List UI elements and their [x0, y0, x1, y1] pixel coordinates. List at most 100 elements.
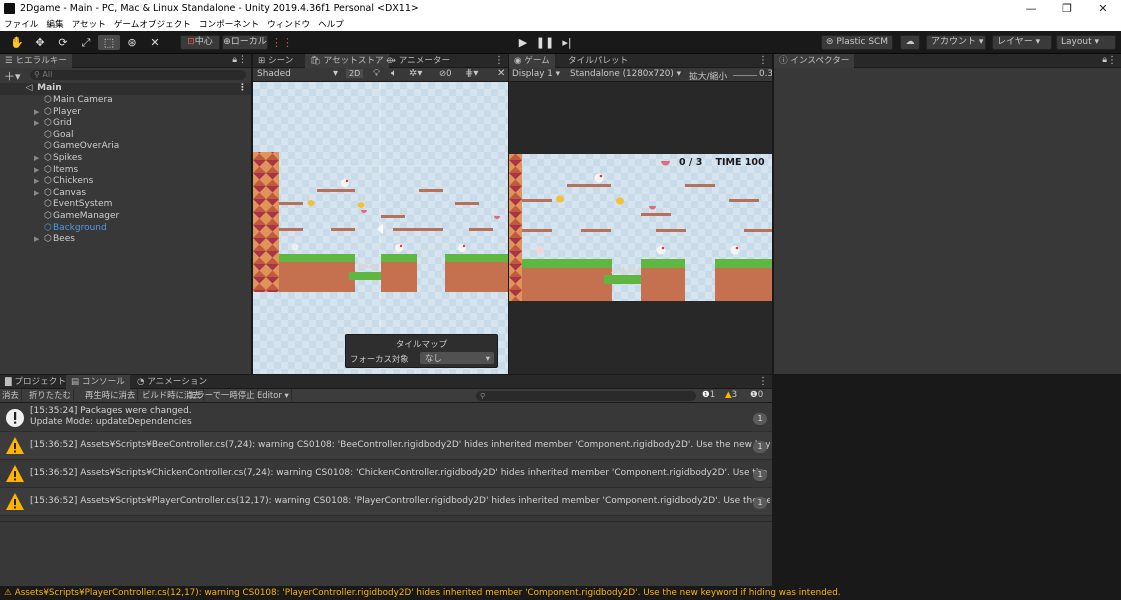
pause-button[interactable]: ❚❚ — [534, 35, 556, 50]
hierarchy-item[interactable]: ▶ ⬡Chickens — [0, 176, 251, 188]
2d-toggle[interactable]: 2D — [346, 69, 364, 78]
menu-gameobject[interactable]: ゲームオブジェクト — [114, 18, 191, 30]
rect-tool-icon[interactable]: ⬚ — [98, 35, 120, 50]
editor-dropdown[interactable]: Editor ▾ — [255, 389, 292, 401]
layers-dropdown[interactable]: レイヤー ▾ — [992, 35, 1052, 50]
expand-arrow-icon[interactable]: ▶ — [34, 118, 43, 130]
console-entry[interactable]: [15:36:52] Assets¥Scripts¥PlayerControll… — [0, 488, 772, 516]
display-dropdown[interactable]: Display 1 ▾ — [512, 69, 560, 79]
expand-arrow-icon[interactable]: ▶ — [34, 165, 43, 177]
hierarchy-item[interactable]: ▶ ⬡Player — [0, 107, 251, 119]
step-button[interactable]: ▸| — [556, 35, 578, 50]
hierarchy-panel: ☰ ヒエラルキー 🔒︎ ⋮ ＋▾ ⚲ All ◁ Main ⋮ ⬡Main Ca… — [0, 54, 251, 374]
expand-arrow-icon[interactable]: ▶ — [34, 176, 43, 188]
error-pause-button[interactable]: エラーで一時停止 — [186, 389, 258, 401]
hierarchy-item[interactable]: ⬡Main Camera — [0, 95, 251, 107]
hidden-objects-toggle[interactable]: ⊘0 — [439, 69, 452, 79]
console-panel: ▇ プロジェクト ▤ コンソール ◔ アニメーション ⋮ 消去 折りたたむ 再生… — [0, 375, 772, 586]
tab-animator[interactable]: ⟴ アニメーター — [381, 54, 455, 68]
scene-viewport[interactable]: タイルマップ フォーカス対象 なし ▾ — [253, 82, 508, 374]
shading-dropdown[interactable]: Shaded — [257, 69, 291, 79]
console-entry[interactable]: [15:36:52] Assets¥Scripts¥ChickenControl… — [0, 460, 772, 488]
hierarchy-item[interactable]: ▶ ⬡Grid — [0, 118, 251, 130]
menu-file[interactable]: ファイル — [4, 18, 38, 30]
tab-tile-palette[interactable]: タイルパレット — [563, 54, 633, 68]
hierarchy-item[interactable]: ▶ ⬡Spikes — [0, 153, 251, 165]
status-bar[interactable]: ⚠ Assets¥Scripts¥PlayerController.cs(12,… — [0, 586, 1121, 600]
clear-button[interactable]: 消去 — [0, 389, 22, 401]
close-button[interactable]: ✕ — [1085, 0, 1121, 17]
console-entry[interactable]: [15:36:52] Assets¥Scripts¥BeeController.… — [0, 432, 772, 460]
menu-window[interactable]: ウィンドウ — [267, 18, 310, 30]
warn-count-toggle[interactable]: ▲3 — [725, 390, 737, 400]
focus-dropdown[interactable]: なし ▾ — [420, 352, 494, 364]
info-count-toggle[interactable]: ❶1 — [702, 390, 715, 400]
tab-game[interactable]: ◉ ゲーム — [509, 54, 555, 68]
hierarchy-item[interactable]: ▶ ⬡Items — [0, 165, 251, 177]
kebab-menu-icon[interactable]: ⋮ — [494, 55, 504, 66]
console-entry[interactable]: [15:35:24] Packages were changed. Update … — [0, 404, 772, 432]
collapse-button[interactable]: 折りたたむ — [27, 389, 74, 401]
hierarchy-item[interactable]: ⬡GameOverAria — [0, 141, 251, 153]
hierarchy-item[interactable]: ⬡Goal — [0, 130, 251, 142]
hierarchy-item[interactable]: ⬡EventSystem — [0, 199, 251, 211]
kebab-menu-icon[interactable]: ⋮ — [238, 83, 247, 95]
plastic-scm-button[interactable]: ⊜ Plastic SCM — [821, 35, 893, 50]
layout-dropdown[interactable]: Layout ▾ — [1056, 35, 1116, 50]
kebab-menu-icon[interactable]: ⋮ — [1107, 55, 1117, 66]
expand-arrow-icon[interactable]: ▶ — [34, 153, 43, 165]
menu-edit[interactable]: 編集 — [46, 18, 63, 30]
account-dropdown[interactable]: アカウント ▾ — [926, 35, 986, 50]
tab-hierarchy[interactable]: ☰ ヒエラルキー — [0, 54, 73, 68]
menu-assets[interactable]: アセット — [72, 18, 106, 30]
hand-tool-icon[interactable]: ✋ — [6, 35, 28, 50]
tab-asset-store[interactable]: 🛍︎ アセットストア — [305, 54, 389, 68]
expand-arrow-icon[interactable]: ▶ — [34, 234, 43, 246]
error-count-toggle[interactable]: ❶0 — [750, 390, 763, 400]
rotate-tool-icon[interactable]: ⟳ — [52, 35, 74, 50]
tab-console[interactable]: ▤ コンソール — [66, 375, 130, 389]
hierarchy-item[interactable]: ▶ ⬡Canvas — [0, 188, 251, 200]
hierarchy-search-input[interactable]: ⚲ All — [30, 70, 246, 80]
custom-tool-icon[interactable]: ✕ — [144, 35, 166, 50]
clear-on-play-button[interactable]: 再生時に消去 — [83, 389, 139, 401]
light-icon[interactable]: 💡︎ — [373, 68, 380, 79]
scale-tool-icon[interactable]: ⤢ — [75, 35, 97, 50]
minimize-button[interactable]: — — [1013, 0, 1049, 17]
tab-inspector[interactable]: ⓘ インスペクター — [774, 54, 855, 68]
resolution-dropdown[interactable]: Standalone (1280x720) ▾ — [570, 69, 681, 79]
cloud-button[interactable]: ☁ — [900, 35, 920, 50]
kebab-menu-icon[interactable]: ⋮ — [758, 55, 768, 66]
move-tool-icon[interactable]: ✥ — [29, 35, 51, 50]
lock-icon[interactable]: 🔒︎ — [232, 55, 237, 65]
hierarchy-item[interactable]: ▶ ⬡Bees — [0, 234, 251, 246]
maximize-button[interactable]: ❐ — [1049, 0, 1085, 17]
editor-label: Editor — [257, 390, 282, 400]
effects-icon[interactable]: ✲▾ — [409, 68, 422, 79]
add-icon[interactable]: ＋▾ — [4, 68, 21, 84]
tab-animation[interactable]: ◔ アニメーション — [132, 375, 212, 389]
hierarchy-item[interactable]: ⬡GameManager — [0, 211, 251, 223]
console-entry-count: 1 — [753, 441, 767, 453]
scene-root-row[interactable]: ◁ Main ⋮ — [0, 83, 251, 95]
game-viewport[interactable]: 0 / 3 TIME 100 — [509, 82, 772, 374]
kebab-menu-icon[interactable]: ⋮ — [238, 55, 247, 65]
grid-snap-icon[interactable]: ⋮⋮ — [271, 35, 293, 50]
hierarchy-item[interactable]: ⬡Background — [0, 223, 251, 235]
tools-icon[interactable]: ✕ — [497, 68, 505, 79]
console-search-input[interactable]: ⚲ — [476, 391, 696, 401]
audio-icon[interactable]: 🔈︎ — [391, 68, 397, 79]
grid-icon[interactable]: ⋕▾ — [465, 68, 478, 79]
expand-arrow-icon[interactable]: ▶ — [34, 107, 43, 119]
play-button[interactable]: ▶ — [512, 35, 534, 50]
space-toggle[interactable]: ⊕ローカル — [222, 35, 268, 50]
expand-arrow-icon[interactable]: ▶ — [34, 188, 43, 200]
pivot-toggle[interactable]: ⊡中心 — [180, 35, 220, 50]
tab-scene[interactable]: ⊞ シーン — [253, 54, 298, 68]
kebab-menu-icon[interactable]: ⋮ — [758, 376, 768, 387]
menu-component[interactable]: コンポーネント — [199, 18, 259, 30]
transform-tool-icon[interactable]: ⊛ — [121, 35, 143, 50]
scale-slider[interactable] — [733, 75, 757, 76]
tab-project[interactable]: ▇ プロジェクト — [0, 375, 71, 389]
menu-help[interactable]: ヘルプ — [318, 18, 344, 30]
